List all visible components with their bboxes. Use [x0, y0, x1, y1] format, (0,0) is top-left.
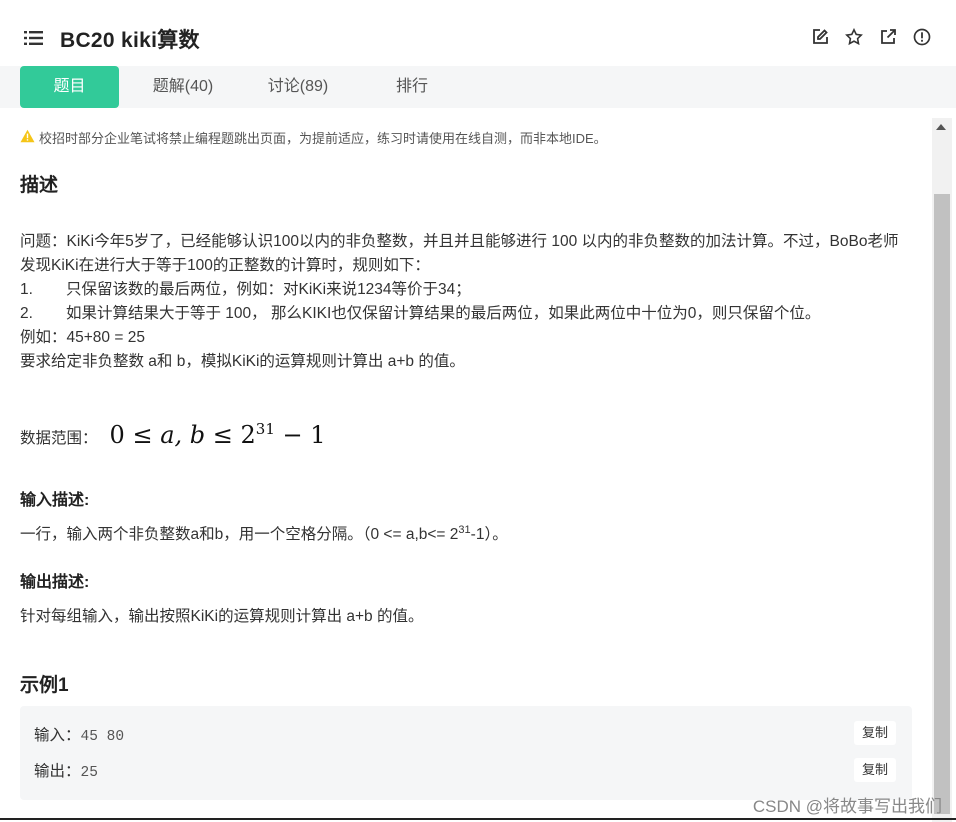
example-output-row: 输出：25 [34, 763, 98, 781]
description-line: 问题：KiKi今年5岁了，已经能够认识100以内的非负整数，并且并且能够进行 1… [20, 233, 899, 274]
tab-bar: 题目 题解(40) 讨论(89) 排行 [0, 66, 956, 108]
example-input-value: 45 80 [80, 729, 125, 745]
copy-output-button[interactable]: 复制 [854, 758, 896, 782]
description-heading: 描述 [20, 175, 59, 196]
problem-title: BC20 kiki算数 [60, 29, 200, 52]
tab-problem[interactable]: 题目 [20, 66, 119, 108]
data-range: 数据范围： 0 ≤ a, b ≤ 231 − 1 [20, 420, 326, 449]
example-output-value: 25 [80, 765, 98, 781]
bottom-border [0, 818, 956, 820]
external-link-icon[interactable] [878, 27, 898, 47]
tab-ranking[interactable]: 排行 [362, 66, 462, 108]
example-line: 例如：45+80 = 25 [20, 329, 145, 346]
list-icon[interactable] [24, 30, 44, 46]
exam-notice: 校招时部分企业笔试将禁止编程题跳出页面，为提前适应，练习时请使用在线自测，而非本… [20, 128, 607, 147]
warning-icon [20, 129, 35, 146]
output-desc-text: 针对每组输入，输出按照KiKi的运算规则计算出 a+b 的值。 [20, 608, 424, 625]
tab-discussion[interactable]: 讨论(89) [248, 66, 348, 108]
description-body: 问题：KiKi今年5岁了，已经能够认识100以内的非负整数，并且并且能够进行 1… [20, 230, 900, 374]
info-icon[interactable] [912, 27, 932, 47]
example-box: 输入：45 80 复制 输出：25 复制 [20, 706, 912, 800]
header-tools [810, 27, 932, 47]
tab-solutions[interactable]: 题解(40) [133, 66, 233, 108]
problem-header: BC20 kiki算数 [0, 0, 956, 66]
scrollbar-thumb[interactable] [934, 194, 950, 814]
example-heading: 示例1 [20, 675, 69, 696]
rule-item-1: 1. 只保留该数的最后两位，例如：对KiKi来说1234等价于34； [20, 281, 471, 298]
edit-icon[interactable] [810, 27, 830, 47]
rule-item-2: 2. 如果计算结果大于等于 100， 那么KIKI也仅保留计算结果的最后两位，如果… [20, 305, 821, 322]
star-icon[interactable] [844, 27, 864, 47]
input-desc-heading: 输入描述: [20, 492, 90, 509]
range-label: 数据范围： [20, 430, 98, 447]
task-line: 要求给定非负整数 a和 b，模拟KiKi的运算规则计算出 a+b 的值。 [20, 353, 465, 370]
problem-content: 校招时部分企业笔试将禁止编程题跳出页面，为提前适应，练习时请使用在线自测，而非本… [0, 108, 932, 820]
csdn-watermark: CSDN @将故事写出我们 [752, 797, 942, 816]
input-desc-text: 一行，输入两个非负整数a和b，用一个空格分隔。（0 <= a,b<= 231-1… [20, 523, 508, 543]
example-input-row: 输入：45 80 [34, 727, 125, 745]
range-formula: 0 ≤ a, b ≤ 231 − 1 [109, 420, 326, 449]
copy-input-button[interactable]: 复制 [854, 721, 896, 745]
notice-text: 校招时部分企业笔试将禁止编程题跳出页面，为提前适应，练习时请使用在线自测，而非本… [39, 131, 607, 146]
scroll-up-icon[interactable] [936, 124, 946, 130]
vertical-scrollbar[interactable] [932, 118, 952, 822]
output-desc-heading: 输出描述: [20, 574, 90, 591]
